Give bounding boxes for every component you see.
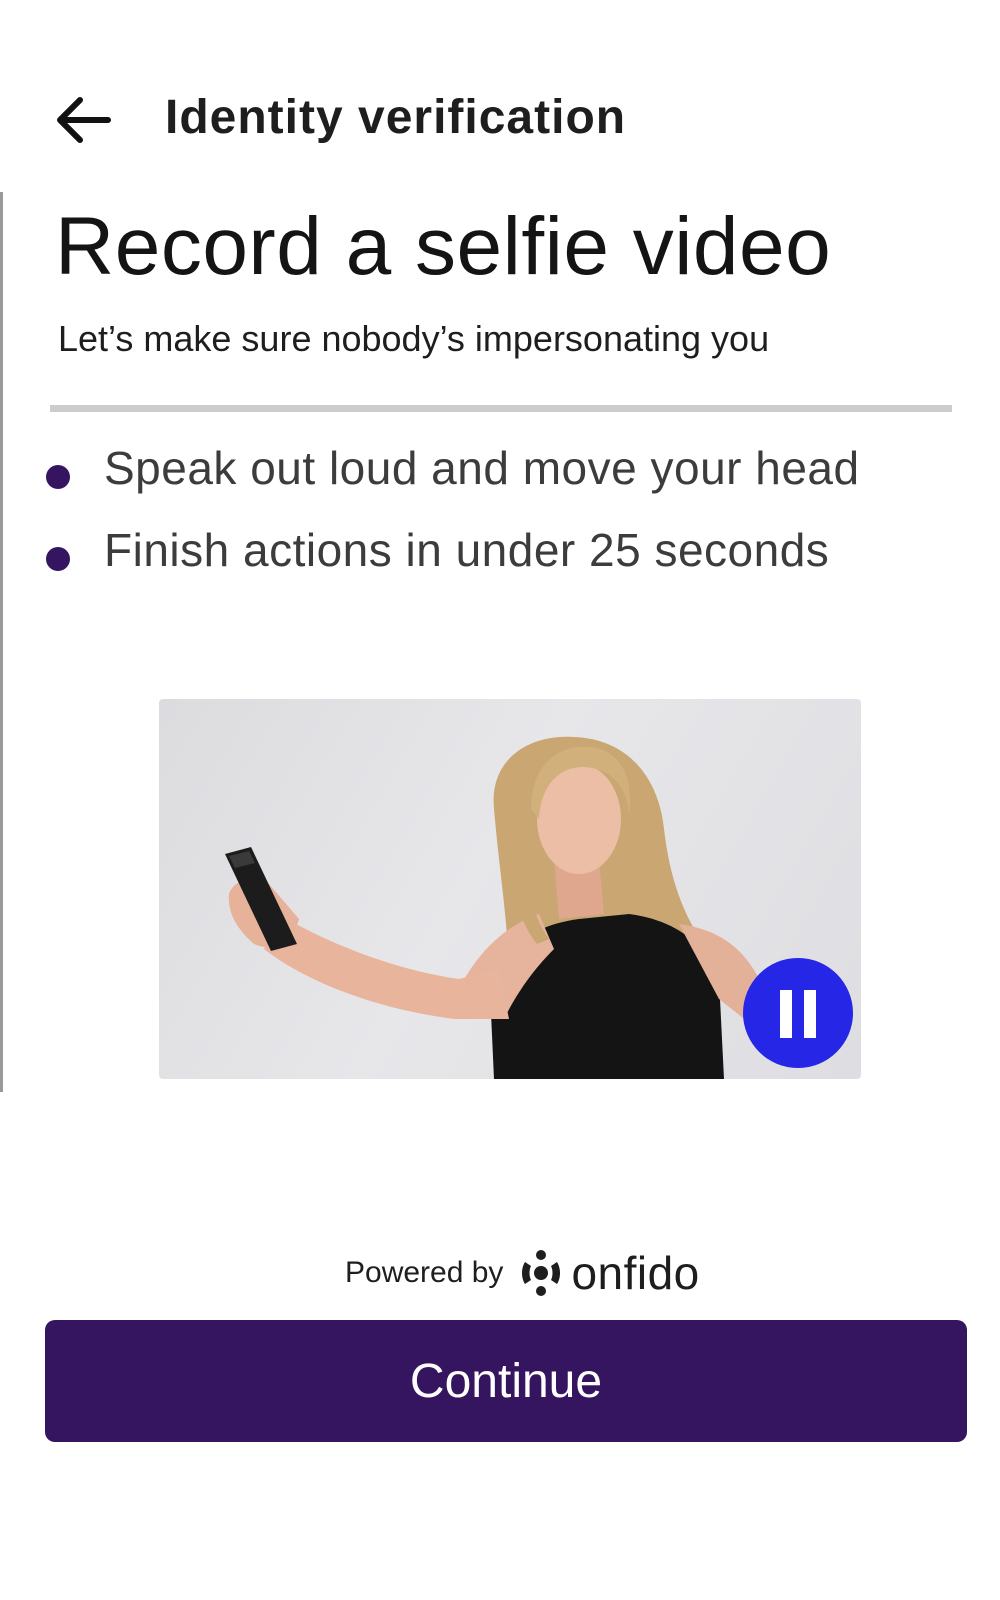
bullet-icon bbox=[46, 547, 70, 571]
page-subtitle: Let’s make sure nobody’s impersonating y… bbox=[58, 318, 770, 359]
continue-button[interactable]: Continue bbox=[45, 1320, 967, 1442]
pause-icon-bar bbox=[804, 990, 816, 1038]
pause-button[interactable] bbox=[743, 958, 853, 1068]
powered-by-onfido: Powered by onfido bbox=[345, 1245, 700, 1301]
onfido-logo-icon bbox=[522, 1250, 561, 1296]
pause-icon bbox=[780, 990, 792, 1038]
bullet-icon bbox=[46, 465, 70, 489]
instruction-text: Speak out loud and move your head bbox=[104, 442, 860, 494]
powered-by-label: Powered by bbox=[345, 1256, 504, 1289]
page-title: Record a selfie video bbox=[55, 201, 832, 292]
onfido-wordmark: onfido bbox=[571, 1247, 700, 1299]
divider bbox=[50, 405, 952, 412]
arrow-left-icon bbox=[57, 97, 111, 143]
instruction-text: Finish actions in under 25 seconds bbox=[104, 524, 830, 576]
header-title: Identity verification bbox=[165, 91, 627, 144]
instructions-list: Speak out loud and move your head Finish… bbox=[0, 435, 1000, 599]
instruction-item: Finish actions in under 25 seconds bbox=[0, 517, 1000, 599]
left-edge-rule bbox=[0, 192, 3, 1092]
header: Identity verification bbox=[0, 80, 1000, 160]
back-button[interactable] bbox=[50, 92, 114, 148]
instruction-item: Speak out loud and move your head bbox=[0, 435, 1000, 517]
